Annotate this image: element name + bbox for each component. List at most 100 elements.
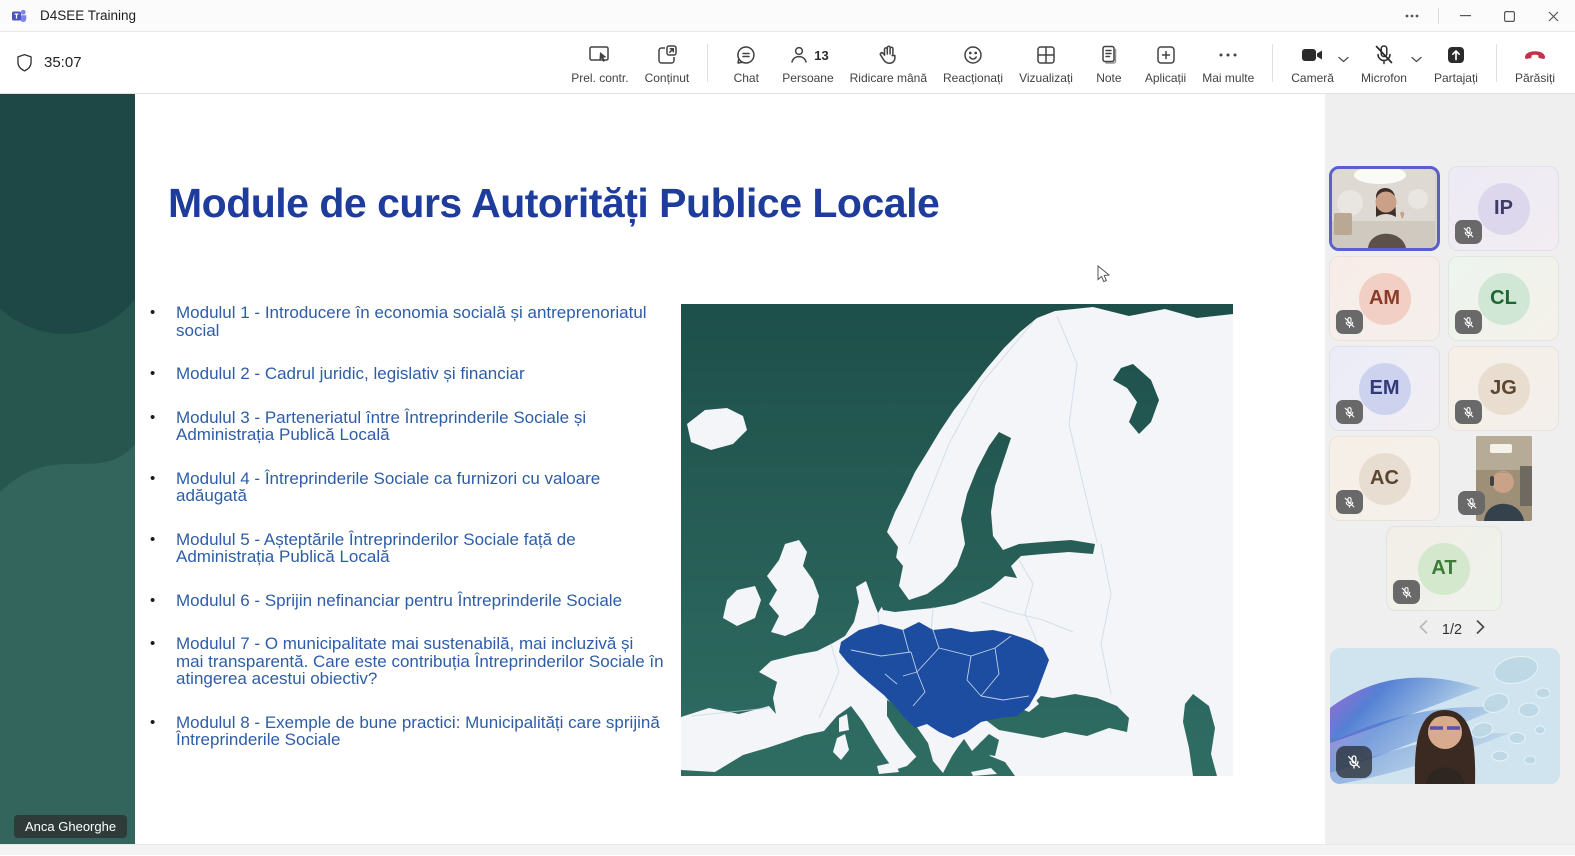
participant-video-woman[interactable] xyxy=(1330,648,1560,784)
window-close-button[interactable] xyxy=(1531,1,1575,32)
pager-prev-icon[interactable] xyxy=(1419,620,1428,639)
apps-plus-icon xyxy=(1154,42,1178,68)
take-control-icon xyxy=(587,42,613,68)
toolbar-button-aplicatii[interactable]: Aplicații xyxy=(1139,38,1192,87)
gallery-view-icon xyxy=(1034,42,1058,68)
participants-panel: IP AM CL EM JG AC AT 1/2 xyxy=(1325,94,1575,844)
react-smiley-icon xyxy=(961,42,985,68)
mic-muted-icon xyxy=(1372,42,1396,68)
slide-bullet: Modulul 3 - Parteneriatul între Întrepri… xyxy=(148,408,664,444)
mic-muted-badge-icon xyxy=(1455,310,1482,334)
avatar: AC xyxy=(1358,452,1411,505)
toolbar-divider xyxy=(707,43,709,82)
participant-tile-jg[interactable]: JG xyxy=(1448,346,1559,431)
participant-tile-ac[interactable]: AC xyxy=(1329,436,1440,521)
mic-muted-badge-icon xyxy=(1455,400,1482,424)
leave-call-icon xyxy=(1522,42,1548,68)
timer-value: 35:07 xyxy=(44,54,82,71)
titlebar-divider xyxy=(1438,8,1439,24)
participant-video-man[interactable] xyxy=(1448,436,1559,521)
slide-decor-sidebar xyxy=(0,94,135,844)
window-more-button[interactable] xyxy=(1390,1,1434,32)
meeting-timer: 35:07 xyxy=(14,52,82,73)
europe-map xyxy=(681,304,1233,776)
teams-logo-icon xyxy=(10,7,30,25)
participant-tile-am[interactable]: AM xyxy=(1329,256,1440,341)
toolbar-button-ridicare-mana[interactable]: Ridicare mână xyxy=(844,38,933,87)
slide-bullet: Modulul 8 - Exemple de bune practici: Mu… xyxy=(148,713,664,749)
toolbar-button-camera[interactable]: Cameră xyxy=(1285,38,1340,87)
participant-tile-ip[interactable]: IP xyxy=(1448,166,1559,251)
avatar: JG xyxy=(1477,362,1530,415)
toolbar-button-mai-multe[interactable]: Mai multe xyxy=(1196,38,1260,87)
slide-bullet-list: Modulul 1 - Introducere în economia soci… xyxy=(148,304,664,775)
slide-title: Module de curs Autorități Publice Locale xyxy=(168,180,940,226)
chat-icon xyxy=(734,42,758,68)
participant-video-active-speaker[interactable] xyxy=(1329,166,1440,251)
toolbar-label: Persoane xyxy=(782,71,834,85)
toolbar-divider xyxy=(1495,43,1497,82)
slide-bullet: Modulul 6 - Sprijin nefinanciar pentru Î… xyxy=(148,591,664,610)
toolbar-label: Ridicare mână xyxy=(849,71,928,85)
toolbar-button-chat[interactable]: Chat xyxy=(720,38,772,87)
toolbar-button-persoane[interactable]: 13 Persoane xyxy=(776,38,839,87)
toolbar-button-note[interactable]: Note xyxy=(1083,38,1135,87)
meeting-stage: Module de curs Autorități Publice Locale… xyxy=(0,94,1575,844)
toolbar-label: Părăsiți xyxy=(1514,71,1555,85)
toolbar-button-parasiti[interactable]: Părăsiți xyxy=(1509,38,1561,87)
mic-muted-badge-icon xyxy=(1336,310,1363,334)
pager-next-icon[interactable] xyxy=(1476,620,1485,639)
participant-tile-em[interactable]: EM xyxy=(1329,346,1440,431)
avatar: AT xyxy=(1418,542,1470,595)
toolbar-label: Cameră xyxy=(1291,71,1334,85)
toolbar-button-partajati[interactable]: Partajați xyxy=(1428,38,1484,87)
mic-muted-badge-icon xyxy=(1336,400,1363,424)
share-content-icon xyxy=(655,42,679,68)
microphone-chevron-icon[interactable] xyxy=(1411,50,1422,68)
mic-muted-badge-icon xyxy=(1458,491,1485,515)
raise-hand-icon xyxy=(876,42,900,68)
slide-bullet: Modulul 7 - O municipalitate mai sustena… xyxy=(148,635,664,688)
toolbar-button-prel-contr[interactable]: Prel. contr. xyxy=(565,38,634,87)
meeting-toolbar: 35:07 Prel. contr. Conținut Chat 13 Pers… xyxy=(0,32,1575,94)
window-title: D4SEE Training xyxy=(40,8,137,23)
people-icon xyxy=(791,46,807,63)
share-screen-icon xyxy=(1444,42,1468,68)
shield-icon xyxy=(17,53,32,72)
toolbar-button-vizualizati[interactable]: Vizualizați xyxy=(1013,38,1079,87)
bottom-strip xyxy=(0,844,1575,855)
mic-muted-badge-icon xyxy=(1455,220,1482,244)
camera-on-icon xyxy=(1299,42,1326,68)
toolbar-label: Partajați xyxy=(1433,71,1478,85)
camera-chevron-icon[interactable] xyxy=(1338,50,1349,68)
window-titlebar: D4SEE Training xyxy=(0,0,1575,32)
window-maximize-button[interactable] xyxy=(1487,1,1531,32)
participant-count: 13 xyxy=(814,47,829,63)
toolbar-label: Note xyxy=(1096,71,1122,85)
toolbar-button-continut[interactable]: Conținut xyxy=(639,38,696,87)
avatar: IP xyxy=(1477,182,1530,235)
avatar: CL xyxy=(1477,272,1530,325)
toolbar-label: Vizualizați xyxy=(1019,71,1073,85)
avatar: AM xyxy=(1358,272,1411,325)
toolbar-button-reactionati[interactable]: Reacționați xyxy=(937,38,1009,87)
window-minimize-button[interactable] xyxy=(1443,1,1487,32)
toolbar-divider xyxy=(1272,43,1274,82)
slide-bullet: Modulul 4 - Întreprinderile Sociale ca f… xyxy=(148,469,664,505)
participant-tile-cl[interactable]: CL xyxy=(1448,256,1559,341)
mic-muted-badge-icon xyxy=(1336,490,1363,514)
mic-muted-badge-icon xyxy=(1393,580,1420,604)
participant-tile-at[interactable]: AT xyxy=(1386,526,1502,611)
slide-bullet: Modulul 2 - Cadrul juridic, legislativ ș… xyxy=(148,365,664,383)
participants-pager: 1/2 xyxy=(1329,620,1575,639)
presenter-name-tag: Anca Gheorghe xyxy=(14,815,128,838)
mouse-cursor xyxy=(1097,264,1112,289)
toolbar-label: Mai multe xyxy=(1202,71,1255,85)
toolbar-button-microfon[interactable]: Microfon xyxy=(1355,38,1413,87)
shared-screen: Module de curs Autorități Publice Locale… xyxy=(0,94,1325,844)
toolbar-label: Chat xyxy=(733,71,759,85)
slide-bullet: Modulul 5 - Așteptările Întreprinderilor… xyxy=(148,530,664,566)
slide-bullet: Modulul 1 - Introducere în economia soci… xyxy=(148,304,664,339)
avatar: EM xyxy=(1358,362,1411,415)
toolbar-label: Aplicații xyxy=(1144,71,1187,85)
